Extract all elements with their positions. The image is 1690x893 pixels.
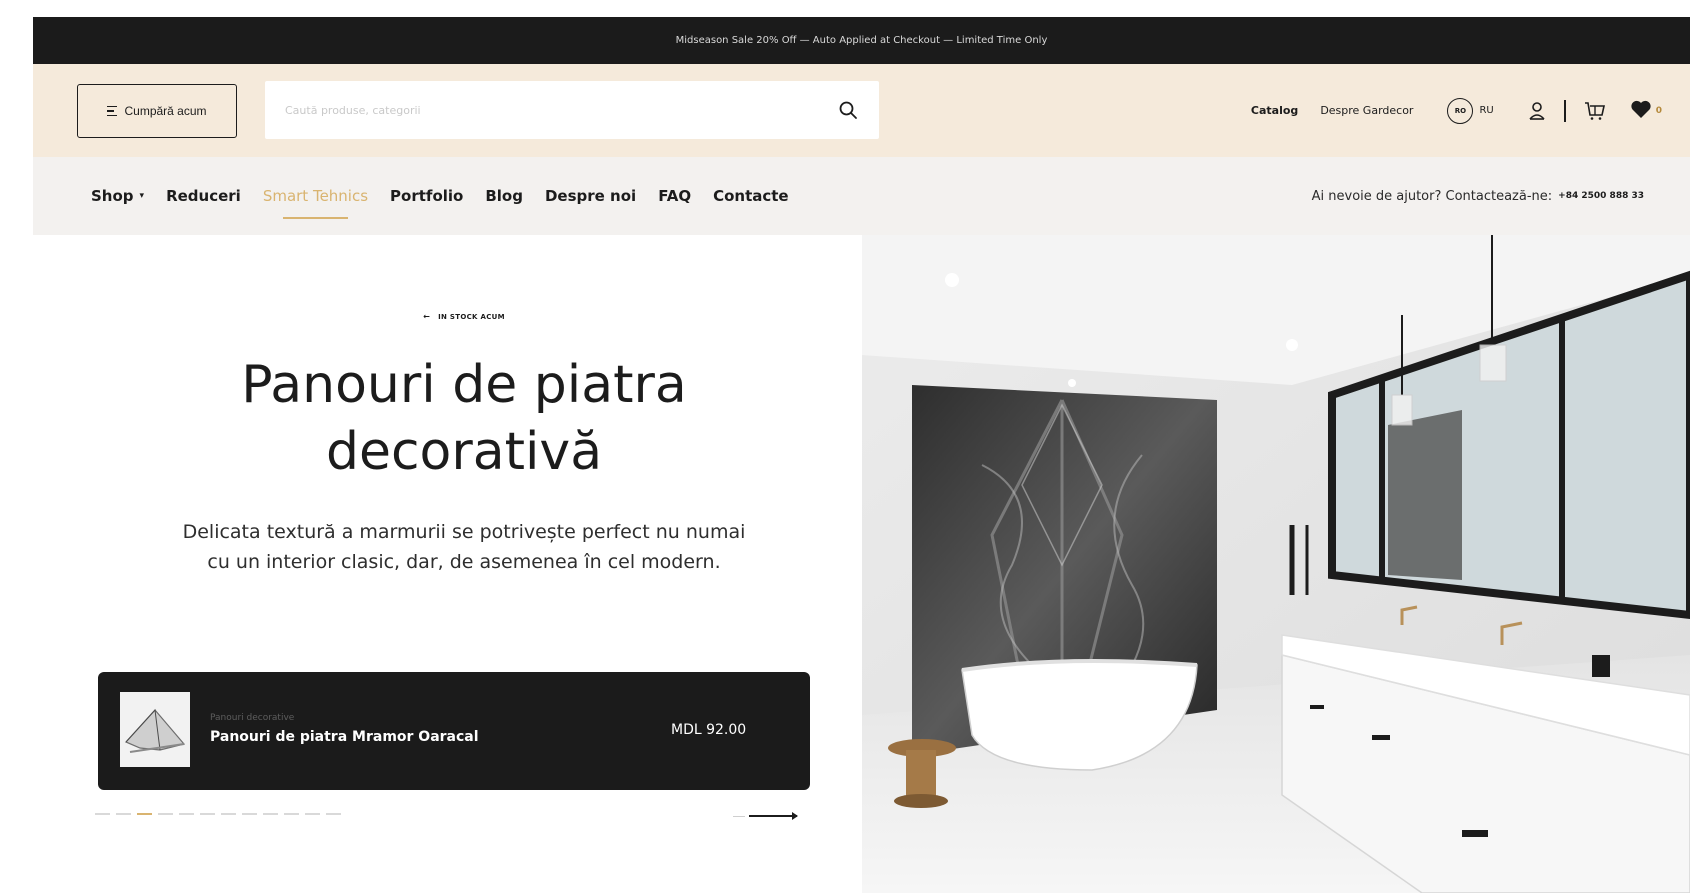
nav-item-smart-tehnics[interactable]: Smart Tehnics: [262, 187, 369, 219]
search-input[interactable]: [285, 103, 837, 117]
slider-dot[interactable]: [116, 813, 131, 815]
product-thumbnail: [120, 692, 190, 767]
hero-image: [862, 235, 1690, 893]
header: Cumpără acum Catalog Despre Gardecor RO …: [33, 64, 1690, 157]
slider-dots: [95, 813, 341, 815]
about-gardecor-link[interactable]: Despre Gardecor: [1320, 104, 1413, 117]
help-text: Ai nevoie de ajutor? Contactează-ne:: [1311, 188, 1553, 204]
nav-item-faq[interactable]: FAQ: [658, 187, 691, 205]
nav-items: Shop ▾ Reduceri Smart Tehnics Portfolio B…: [91, 157, 789, 235]
search-bar: [265, 81, 879, 139]
shop-now-label: Cumpără acum: [124, 104, 207, 118]
nav-item-label: Reduceri: [166, 187, 241, 205]
catalog-link[interactable]: Catalog: [1251, 104, 1298, 117]
nav-item-reduceri[interactable]: Reduceri: [166, 187, 241, 205]
menu-icon: [107, 105, 118, 117]
nav-item-despre-noi[interactable]: Despre noi: [545, 187, 636, 205]
slider-dot[interactable]: [263, 813, 278, 815]
hero-title: Panouri de piatra decorativă: [33, 352, 895, 486]
language-badge: RO: [1454, 106, 1467, 115]
slider-dot[interactable]: [200, 813, 215, 815]
wishlist-button[interactable]: 0: [1630, 99, 1662, 122]
slider-dot[interactable]: [326, 813, 341, 815]
hero-title-line2: decorativă: [325, 422, 603, 482]
product-category: Panouri decorative: [210, 713, 295, 723]
header-divider: [1563, 99, 1566, 122]
slider-next-button[interactable]: [733, 812, 798, 820]
nav-item-label: Shop: [91, 187, 134, 205]
arrow-right-icon: [749, 812, 798, 820]
cart-icon[interactable]: [1584, 101, 1606, 121]
hero-description: Delicata textură a marmurii se potriveșt…: [182, 521, 746, 573]
announcement-text: Midseason Sale 20% Off — Auto Applied at…: [675, 35, 1048, 46]
nav-item-label: Smart Tehnics: [262, 187, 369, 205]
help-phone-link[interactable]: +84 2500 888 33: [1558, 191, 1644, 201]
wishlist-count: 0: [1655, 105, 1662, 116]
slider-dot[interactable]: [179, 813, 194, 815]
nav-item-shop[interactable]: Shop ▾: [91, 187, 144, 205]
slider-dot[interactable]: [221, 813, 236, 815]
nav-item-label: Contacte: [713, 187, 789, 205]
slider-dot[interactable]: [284, 813, 299, 815]
user-icon[interactable]: [1528, 101, 1546, 121]
slider-track: [733, 815, 745, 817]
nav-item-label: FAQ: [658, 187, 692, 205]
slider-dot[interactable]: [305, 813, 320, 815]
nav-item-contacte[interactable]: Contacte: [713, 187, 789, 205]
hero-eyebrow: ← IN STOCK ACUM: [33, 312, 895, 321]
eyebrow-text: IN STOCK ACUM: [438, 313, 505, 321]
slider-dot[interactable]: [158, 813, 173, 815]
product-price: MDL 92.00: [671, 722, 747, 738]
product-name[interactable]: Panouri de piatra Mramor Oaracal: [210, 729, 479, 745]
search-icon[interactable]: [837, 99, 859, 121]
announcement-bar: Midseason Sale 20% Off — Auto Applied at…: [33, 17, 1690, 64]
help-contact: Ai nevoie de ajutor? Contactează-ne: +84…: [1312, 157, 1644, 235]
featured-product-card[interactable]: Panouri decorative Panouri de piatra Mra…: [98, 672, 810, 790]
nav-item-label: Blog: [485, 187, 523, 205]
page: Midseason Sale 20% Off — Auto Applied at…: [0, 0, 1690, 893]
nav-item-label: Portfolio: [390, 187, 464, 205]
shop-now-button[interactable]: Cumpără acum: [77, 84, 237, 138]
nav-item-portfolio[interactable]: Portfolio: [390, 187, 463, 205]
slider-dot[interactable]: [242, 813, 257, 815]
language-code: RU: [1479, 105, 1494, 116]
language-switcher[interactable]: RO RU: [1447, 97, 1494, 124]
main-nav: Shop ▾ Reduceri Smart Tehnics Portfolio B…: [33, 157, 1690, 235]
globe-icon: RO: [1447, 97, 1474, 124]
heart-icon: [1630, 99, 1652, 122]
slider-dot-active[interactable]: [137, 813, 152, 815]
hero-title-line1: Panouri de piatra: [241, 355, 687, 415]
arrow-left-icon: ←: [423, 312, 431, 321]
nav-item-blog[interactable]: Blog: [485, 187, 523, 205]
chevron-down-icon: ▾: [139, 191, 145, 201]
header-actions: Catalog Despre Gardecor RO RU 0: [1251, 64, 1662, 157]
nav-item-label: Despre noi: [544, 187, 637, 205]
slider-dot[interactable]: [95, 813, 110, 815]
